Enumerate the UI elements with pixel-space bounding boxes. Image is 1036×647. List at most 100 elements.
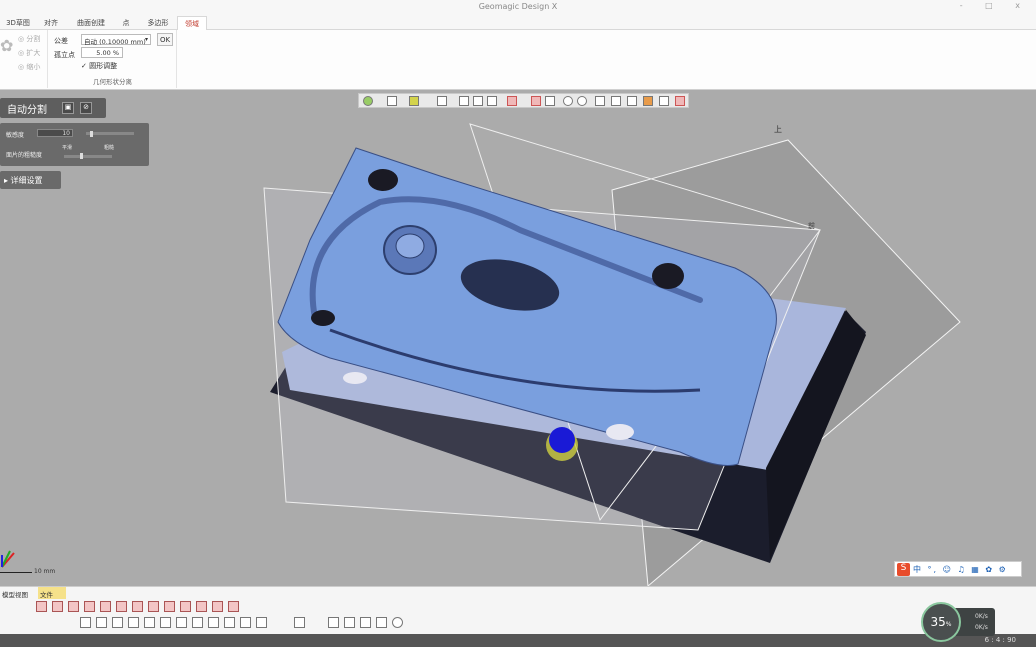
isolate-input[interactable]: 5.00 %: [81, 47, 123, 58]
display-icon-14[interactable]: [328, 617, 339, 628]
filter-icon-5[interactable]: [100, 601, 111, 612]
surface-icon[interactable]: [487, 96, 497, 106]
roughness-knob[interactable]: [80, 153, 83, 159]
split-button[interactable]: ◎ 分割: [18, 34, 40, 44]
isolate-label: 孤立点: [54, 51, 75, 59]
hole-1: [368, 169, 398, 191]
line-icon[interactable]: [611, 96, 621, 106]
tab-point[interactable]: 点: [118, 16, 134, 30]
display-icon-4[interactable]: [128, 617, 139, 628]
display-icon-18[interactable]: [392, 617, 403, 628]
hole-2: [652, 263, 684, 289]
display-icon-8[interactable]: [192, 617, 203, 628]
display-icon-2[interactable]: [96, 617, 107, 628]
display-icon-9[interactable]: [208, 617, 219, 628]
hole-5: [606, 424, 634, 440]
shrink-button[interactable]: ◎ 缩小: [18, 62, 40, 72]
display-icon-13[interactable]: [294, 617, 305, 628]
display-icon-16[interactable]: [360, 617, 371, 628]
plane-icon[interactable]: [459, 96, 469, 106]
sensitivity-knob[interactable]: [90, 131, 93, 137]
ime-logo-icon[interactable]: S: [897, 563, 910, 576]
display-icon-10[interactable]: [224, 617, 235, 628]
tab-3d-sketch[interactable]: 3D草图: [4, 16, 32, 30]
display-icon-5[interactable]: [144, 617, 155, 628]
circle-select-icon[interactable]: [563, 96, 573, 106]
group-title: 几何形状分离: [93, 78, 132, 86]
smooth-checkbox[interactable]: ✓ 圆形调整: [81, 61, 117, 71]
sensitivity-input[interactable]: 10: [37, 129, 73, 137]
ribbon-group-segment: ✿ ◎ 分割 ◎ 扩大 ◎ 缩小: [0, 30, 48, 88]
filter-icon-13[interactable]: [228, 601, 239, 612]
filter-icon-10[interactable]: [180, 601, 191, 612]
tab-model-view[interactable]: 模型视图: [0, 587, 40, 599]
panel-title: 自动分割: [7, 105, 47, 116]
boss-top: [395, 233, 425, 259]
hole-4: [343, 372, 367, 384]
tab-polygon[interactable]: 多边形: [143, 16, 173, 30]
cube-view-icon[interactable]: [387, 96, 397, 106]
filter-icon-2[interactable]: [52, 601, 63, 612]
display-icon-15[interactable]: [344, 617, 355, 628]
filter-icon-6[interactable]: [116, 601, 127, 612]
segment-large-icon[interactable]: ✿: [0, 36, 13, 58]
display-icon-7[interactable]: [176, 617, 187, 628]
sensitivity-slider[interactable]: [86, 132, 134, 135]
display-icon-12[interactable]: [256, 617, 267, 628]
filter-icon-4[interactable]: [84, 601, 95, 612]
expand-button[interactable]: ◎ 扩大: [18, 48, 40, 58]
lasso-icon[interactable]: [545, 96, 555, 106]
tab-region[interactable]: 领域: [177, 16, 207, 30]
tolerance-select[interactable]: 自动 (0.10000 mm) ▾: [81, 34, 151, 46]
polygon-icon[interactable]: [473, 96, 483, 106]
ok-button[interactable]: OK: [157, 33, 173, 46]
filter-icon-12[interactable]: [212, 601, 223, 612]
brush-icon[interactable]: [577, 96, 587, 106]
tab-align[interactable]: 对齐: [40, 16, 62, 30]
freeform-icon[interactable]: [595, 96, 605, 106]
ime-toolbar[interactable]: S 中 °, ☺ ♫ ▦ ✿ ⚙: [894, 561, 1022, 577]
view-mode-icon[interactable]: [363, 96, 373, 106]
tab-surface-create[interactable]: 曲面创建: [74, 16, 108, 30]
region-icon[interactable]: [507, 96, 517, 106]
roughness-label: 面片的粗糙度: [6, 152, 43, 159]
filter-icon-7[interactable]: [132, 601, 143, 612]
roughness-slider[interactable]: [64, 155, 112, 158]
filter-icon-8[interactable]: [148, 601, 159, 612]
cpu-gauge[interactable]: 35%: [921, 602, 961, 642]
detail-settings-button[interactable]: ▸ 详细设置: [0, 171, 61, 189]
3d-viewport[interactable]: 上 前 自动分割 ▣ ⊘ 敏感度 10 面片的粗糙度 平滑 粗糙 ▸ 详细设置 …: [0, 90, 1036, 586]
display-icon-3[interactable]: [112, 617, 123, 628]
filter-icon-3[interactable]: [68, 601, 79, 612]
eye-icon[interactable]: [675, 96, 685, 106]
display-toolbar: [80, 617, 410, 629]
fill-icon[interactable]: [643, 96, 653, 106]
filter-icon-1[interactable]: [36, 601, 47, 612]
ribbon-tabs: 3D草图 对齐 曲面创建 点 多边形 领域: [0, 14, 1036, 30]
select-icon[interactable]: [531, 96, 541, 106]
display-icon-17[interactable]: [376, 617, 387, 628]
view-toolbar: [358, 93, 689, 108]
display-icon-11[interactable]: [240, 617, 251, 628]
lock-icon[interactable]: ▣: [62, 102, 74, 114]
scale-bar: 10 mm: [0, 568, 55, 575]
section-icon[interactable]: [437, 96, 447, 106]
paint-icon[interactable]: [627, 96, 637, 106]
display-icon-1[interactable]: [80, 617, 91, 628]
invert-icon[interactable]: [659, 96, 669, 106]
window-title: Geomagic Design X: [478, 2, 558, 11]
auto-segment-panel: 敏感度 10 面片的粗糙度 平滑 粗糙: [0, 123, 149, 166]
roughness-low-label: 平滑: [62, 145, 73, 151]
ribbon-panel: ✿ ◎ 分割 ◎ 扩大 ◎ 缩小 公差 自动 (0.10000 mm) ▾ OK…: [0, 30, 1036, 90]
render-icon[interactable]: [409, 96, 419, 106]
filter-icon-11[interactable]: [196, 601, 207, 612]
filter-icon-9[interactable]: [164, 601, 175, 612]
model-scene[interactable]: 上 前: [0, 90, 1036, 586]
ime-items[interactable]: 中 °, ☺ ♫ ▦ ✿ ⚙: [913, 564, 1008, 575]
upload-speed: 0K/s: [975, 613, 988, 620]
window-controls[interactable]: - □ x: [960, 1, 1030, 10]
auto-segment-panel-header: 自动分割 ▣ ⊘: [0, 98, 106, 118]
tab-file[interactable]: 文件: [38, 587, 66, 599]
display-icon-6[interactable]: [160, 617, 171, 628]
cancel-icon[interactable]: ⊘: [80, 102, 92, 114]
